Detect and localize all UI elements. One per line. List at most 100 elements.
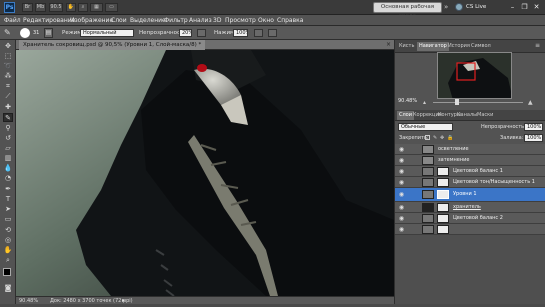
lock-all-icon[interactable]: 🔒	[447, 135, 453, 141]
move-tool-icon[interactable]: ✥	[3, 42, 13, 51]
brush-panel-toggle-icon[interactable]: ▤	[44, 28, 53, 38]
brush-preview-icon[interactable]	[20, 28, 30, 38]
layer-row[interactable]: ◉ затемнение	[395, 155, 545, 166]
fill-input[interactable]: 100%	[524, 134, 543, 142]
lock-position-icon[interactable]: ✥	[440, 135, 444, 141]
blur-tool-icon[interactable]: 💧	[3, 164, 13, 173]
menu-select[interactable]: Выделение	[130, 17, 166, 24]
shape-tool-icon[interactable]: ▭	[3, 215, 13, 224]
layer-row[interactable]: ◉ осветление	[395, 144, 545, 155]
menu-view[interactable]: Просмотр	[225, 17, 256, 24]
3d-rotate-tool-icon[interactable]: ⟲	[3, 226, 13, 235]
clone-stamp-tool-icon[interactable]: ⚲	[3, 124, 13, 133]
navigator-slider-thumb[interactable]	[455, 99, 459, 105]
history-brush-tool-icon[interactable]: ↺	[3, 134, 13, 143]
layer-row[interactable]: ◉	[395, 224, 545, 235]
opacity-input[interactable]: 20%	[179, 29, 192, 37]
blend-mode-select[interactable]: Обычные	[398, 123, 453, 131]
layer-mask-thumbnail[interactable]	[437, 167, 449, 176]
gradient-tool-icon[interactable]: ▥	[3, 154, 13, 163]
menu-analysis[interactable]: Анализ	[189, 17, 212, 24]
layer-name[interactable]: затемнение	[438, 157, 469, 164]
pen-tool-icon[interactable]: ✒	[3, 185, 13, 194]
cs-live-icon[interactable]	[455, 3, 463, 11]
visibility-eye-icon[interactable]: ◉	[398, 204, 405, 211]
menu-3d[interactable]: 3D	[213, 17, 221, 24]
menu-edit[interactable]: Редактирование	[23, 17, 75, 24]
layer-name[interactable]: хранитель	[453, 204, 481, 211]
zoom-out-icon[interactable]: ▴	[423, 99, 426, 106]
layer-mask-thumbnail[interactable]	[437, 214, 449, 223]
hand-tool-icon[interactable]: ✋	[3, 246, 13, 255]
layer-name[interactable]: Цветовой баланс 1	[453, 168, 503, 175]
panel-menu-icon[interactable]: ≡	[535, 42, 540, 49]
layer-row[interactable]: ◉ хранитель	[395, 202, 545, 213]
zoom-tool-icon[interactable]: ⌕	[3, 256, 13, 265]
menu-filter[interactable]: Фильтр	[164, 17, 188, 24]
arrange-documents-button[interactable]: ▦	[90, 3, 103, 12]
marquee-tool-icon[interactable]: ⬚	[3, 52, 13, 61]
dodge-tool-icon[interactable]: ◔	[3, 174, 13, 183]
mini-bridge-button[interactable]: Mb	[35, 3, 46, 12]
zoom-in-icon[interactable]: ▲	[528, 99, 533, 106]
layer-mask-thumbnail[interactable]	[437, 178, 449, 187]
layer-name[interactable]: Уровни 1	[453, 191, 477, 198]
screen-mode-button[interactable]: ▭	[105, 3, 118, 12]
brush-tool-icon[interactable]: ✎	[3, 113, 13, 122]
lasso-tool-icon[interactable]: ➰	[3, 62, 13, 71]
zoom-tool-button[interactable]: ⌕	[78, 3, 88, 12]
layer-row-selected[interactable]: ◉ Уровни 1	[395, 188, 545, 202]
visibility-eye-icon[interactable]: ◉	[398, 226, 405, 233]
tablet-size-toggle-icon[interactable]	[268, 29, 277, 37]
document-tab[interactable]: Хранитель сокровищ.psd @ 90,5% (Уровни 1…	[19, 40, 206, 50]
tablet-opacity-toggle-icon[interactable]	[197, 29, 206, 37]
3d-orbit-tool-icon[interactable]: ◎	[3, 236, 13, 245]
bridge-button[interactable]: Br	[22, 3, 33, 12]
lock-transparent-icon[interactable]	[425, 135, 430, 140]
cs-live-label[interactable]: CS Live	[466, 4, 486, 10]
menu-image[interactable]: Изображение	[70, 17, 113, 24]
visibility-eye-icon[interactable]: ◉	[398, 191, 405, 198]
layer-name[interactable]: Цветовой баланс 2	[453, 215, 503, 222]
lock-pixels-icon[interactable]: ✎	[433, 135, 437, 141]
tab-navigator[interactable]: Навигатор	[417, 42, 449, 51]
path-selection-tool-icon[interactable]: ➤	[3, 205, 13, 214]
close-icon[interactable]: ✕	[531, 3, 542, 12]
restore-icon[interactable]: ❐	[519, 3, 530, 12]
workspace-switcher-button[interactable]: Основная рабочая среда	[373, 2, 442, 19]
tab-masks[interactable]: Маски	[475, 111, 495, 120]
menu-window[interactable]: Окно	[258, 17, 274, 24]
foreground-color-swatch[interactable]	[3, 268, 11, 276]
eyedropper-tool-icon[interactable]: ⟋	[3, 92, 13, 101]
layer-row[interactable]: ◉ Цветовой баланс 2	[395, 213, 545, 224]
zoom-level-menu[interactable]: 90.5	[49, 3, 63, 12]
visibility-eye-icon[interactable]: ◉	[398, 215, 405, 222]
navigator-thumbnail[interactable]	[437, 52, 512, 99]
type-tool-icon[interactable]: T	[3, 195, 13, 204]
quick-selection-tool-icon[interactable]: ⁂	[3, 72, 13, 81]
hand-tool-button[interactable]: ✋	[66, 3, 76, 12]
layer-mask-thumbnail[interactable]	[437, 225, 449, 234]
layer-opacity-input[interactable]: 100%	[524, 123, 543, 131]
layer-mask-thumbnail[interactable]	[437, 190, 449, 199]
navigator-zoom[interactable]: 90.48%	[398, 98, 417, 104]
layer-name[interactable]: Цветовой тон/Насыщенность 1	[453, 179, 535, 186]
layer-mask-thumbnail[interactable]	[437, 203, 449, 212]
menu-file[interactable]: Файл	[4, 17, 21, 24]
crop-tool-icon[interactable]: ⌗	[3, 82, 13, 91]
visibility-eye-icon[interactable]: ◉	[398, 157, 405, 164]
status-menu-icon[interactable]: ▸	[122, 297, 125, 305]
tab-character[interactable]: Символ	[469, 42, 493, 51]
layer-row[interactable]: ◉ Цветовой баланс 1	[395, 166, 545, 177]
workspace-menu-icon[interactable]: »	[444, 3, 448, 11]
eraser-tool-icon[interactable]: ▱	[3, 144, 13, 153]
visibility-eye-icon[interactable]: ◉	[398, 179, 405, 186]
document-canvas[interactable]	[16, 50, 394, 296]
layer-name[interactable]: осветление	[438, 146, 469, 153]
visibility-eye-icon[interactable]: ◉	[398, 146, 405, 153]
minimize-icon[interactable]: –	[507, 3, 518, 12]
tab-brush[interactable]: Кисть	[397, 42, 416, 51]
airbrush-toggle-icon[interactable]	[254, 29, 263, 37]
brush-tool-preset-icon[interactable]: ✎	[4, 28, 14, 38]
pressure-input[interactable]: 100%	[233, 29, 248, 37]
